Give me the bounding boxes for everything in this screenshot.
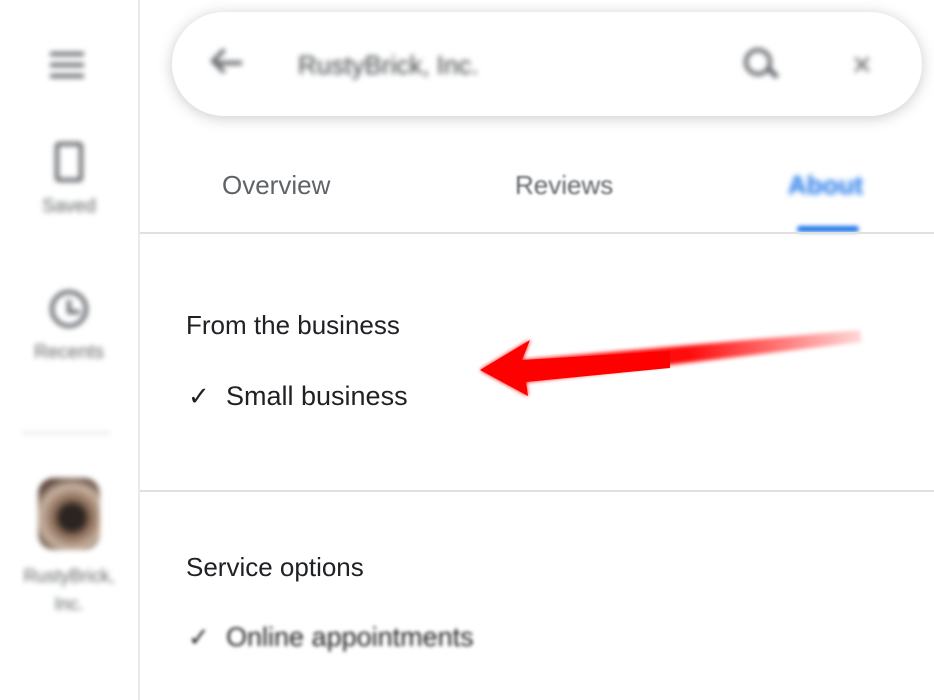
section-heading-from-business: From the business: [186, 310, 400, 340]
rail-item-recents[interactable]: Recents: [0, 290, 138, 364]
tabs-divider: [140, 232, 934, 234]
attribute-label: Small business: [226, 381, 408, 411]
search-input[interactable]: [296, 46, 700, 84]
search-icon[interactable]: [744, 48, 780, 84]
close-icon[interactable]: ×: [852, 48, 882, 82]
tab-about[interactable]: About: [788, 170, 863, 201]
rail-item-business[interactable]: RustyBrick, Inc.: [0, 478, 138, 618]
section-divider: [140, 490, 934, 492]
business-label-line1: RustyBrick,: [23, 566, 115, 586]
arrow-back-icon[interactable]: [210, 48, 244, 78]
annotation-arrow: [480, 330, 862, 396]
tab-reviews[interactable]: Reviews: [515, 170, 613, 201]
business-label-line2: Inc.: [54, 594, 84, 614]
tab-overview[interactable]: Overview: [222, 170, 330, 201]
check-icon: ✓: [188, 381, 210, 411]
rail-item-saved[interactable]: Saved: [0, 142, 138, 218]
check-icon: ✓: [188, 622, 210, 652]
attribute-small-business: ✓ Small business: [188, 381, 408, 412]
rail-item-recents-label: Recents: [34, 342, 104, 363]
attribute-online-appointments: ✓ Online appointments: [188, 622, 474, 653]
business-avatar: [38, 478, 100, 550]
menu-icon[interactable]: [50, 52, 84, 78]
rail-item-saved-label: Saved: [42, 196, 96, 217]
search-bar: ×: [172, 12, 922, 116]
attribute-label: Online appointments: [226, 622, 474, 652]
history-icon: [50, 290, 88, 328]
bookmark-icon: [55, 142, 83, 182]
rail-divider: [22, 432, 110, 434]
left-rail: Saved Recents RustyBrick, Inc.: [0, 0, 140, 700]
section-heading-service-options: Service options: [186, 552, 364, 582]
